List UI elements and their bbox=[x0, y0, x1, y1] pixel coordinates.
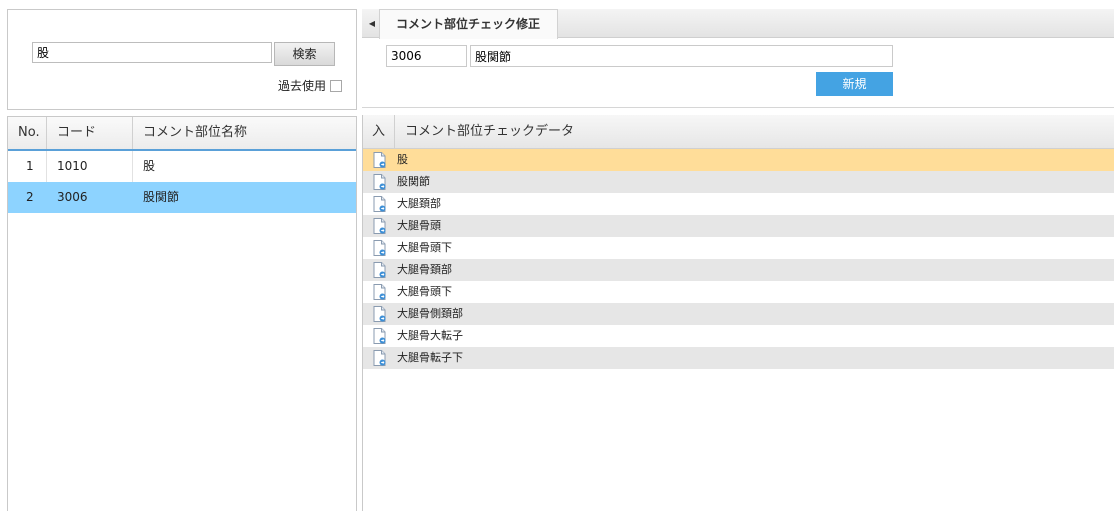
check-data-label: 大腿骨頭 bbox=[397, 219, 441, 232]
header-name[interactable]: コメント部位名称 bbox=[133, 117, 356, 149]
list-item[interactable]: 股 bbox=[363, 149, 1114, 171]
document-insert-icon[interactable] bbox=[363, 347, 395, 369]
data-header: 入 コメント部位チェックデータ bbox=[363, 115, 1114, 149]
left-panel: 検索 過去使用 No. コード コメント部位名称 11010 股 23006 股関節 bbox=[0, 0, 357, 511]
data-body: 股股関節 大腿頚部 大腿骨頭 大腿骨頭下 大腿骨頚部 大腿骨頭下 大腿骨側頚部 大腿骨大転子大… bbox=[363, 149, 1114, 369]
check-data-label: 大腿頚部 bbox=[397, 197, 441, 210]
header-no[interactable]: No. bbox=[8, 117, 47, 149]
check-data-label: 大腿骨頭下 bbox=[397, 285, 452, 298]
check-data-label: 大腿骨頭下 bbox=[397, 241, 452, 254]
check-data-grid: 入 コメント部位チェックデータ 股股関節 大腿頚部 大腿骨頭 大腿骨頭下 大腿骨頚部 大腿… bbox=[362, 115, 1114, 511]
list-item[interactable]: 股関節 bbox=[363, 171, 1114, 193]
comment-part-list: No. コード コメント部位名称 1 1010 股 2 3006 股関節 bbox=[7, 116, 357, 511]
check-data-label: 大腿骨転子下 bbox=[397, 351, 463, 364]
name-field[interactable] bbox=[470, 45, 893, 67]
search-input[interactable] bbox=[32, 42, 272, 63]
check-data-label: 大腿骨頚部 bbox=[397, 263, 452, 276]
header-in: 入 bbox=[363, 115, 395, 148]
document-insert-icon[interactable] bbox=[363, 215, 395, 237]
code-field[interactable] bbox=[386, 45, 467, 67]
past-use-label: 過去使用 bbox=[278, 79, 327, 93]
cell-code: 3006 bbox=[47, 182, 133, 213]
list-item[interactable]: 大腿骨転子下 bbox=[363, 347, 1114, 369]
list-item[interactable]: 大腿骨頭下 bbox=[363, 237, 1114, 259]
document-insert-icon[interactable] bbox=[363, 303, 395, 325]
search-button[interactable]: 検索 bbox=[274, 42, 335, 66]
document-insert-icon[interactable] bbox=[363, 325, 395, 347]
cell-no: 2 bbox=[8, 182, 47, 213]
table-row[interactable]: 1 1010 股 bbox=[8, 151, 356, 182]
right-panel: ◀ コメント部位チェック修正 新規 入 コメント部位チェックデータ 股股関節大腿… bbox=[362, 9, 1114, 511]
new-button[interactable]: 新規 bbox=[816, 72, 893, 96]
edit-form: 新規 bbox=[362, 39, 1114, 108]
cell-no: 1 bbox=[8, 151, 47, 182]
document-insert-icon[interactable] bbox=[363, 237, 395, 259]
table-row[interactable]: 2 3006 股関節 bbox=[8, 182, 356, 213]
check-data-label: 大腿骨側頚部 bbox=[397, 307, 463, 320]
document-insert-icon[interactable] bbox=[363, 171, 395, 193]
cell-name: 股関節 bbox=[143, 190, 180, 204]
tab-comment-part-check-edit[interactable]: コメント部位チェック修正 bbox=[379, 9, 558, 39]
list-body: 1 1010 股 2 3006 股関節 bbox=[8, 151, 356, 213]
list-item[interactable]: 大腿骨大転子 bbox=[363, 325, 1114, 347]
document-insert-icon[interactable] bbox=[363, 149, 395, 171]
document-insert-icon[interactable] bbox=[363, 193, 395, 215]
list-header: No. コード コメント部位名称 bbox=[8, 117, 356, 151]
search-box: 検索 過去使用 bbox=[7, 9, 357, 110]
check-data-label: 股 bbox=[397, 153, 408, 166]
list-item[interactable]: 大腿骨側頚部 bbox=[363, 303, 1114, 325]
past-use-option[interactable]: 過去使用 bbox=[278, 77, 343, 94]
document-insert-icon[interactable] bbox=[363, 281, 395, 303]
cell-code: 1010 bbox=[47, 151, 133, 182]
check-data-label: 股関節 bbox=[397, 175, 430, 188]
document-insert-icon[interactable] bbox=[363, 259, 395, 281]
header-code[interactable]: コード bbox=[47, 117, 133, 149]
check-data-label: 大腿骨大転子 bbox=[397, 329, 463, 342]
past-use-checkbox[interactable] bbox=[330, 79, 343, 92]
list-item[interactable]: 大腿頚部 bbox=[363, 193, 1114, 215]
collapse-arrow-icon[interactable]: ◀ bbox=[365, 17, 379, 31]
list-item[interactable]: 大腿骨頭下 bbox=[363, 281, 1114, 303]
header-check-data: コメント部位チェックデータ bbox=[405, 124, 575, 139]
list-item[interactable]: 大腿骨頭 bbox=[363, 215, 1114, 237]
cell-name: 股 bbox=[143, 159, 156, 173]
tab-bar: ◀ コメント部位チェック修正 bbox=[362, 9, 1114, 39]
list-item[interactable]: 大腿骨頚部 bbox=[363, 259, 1114, 281]
